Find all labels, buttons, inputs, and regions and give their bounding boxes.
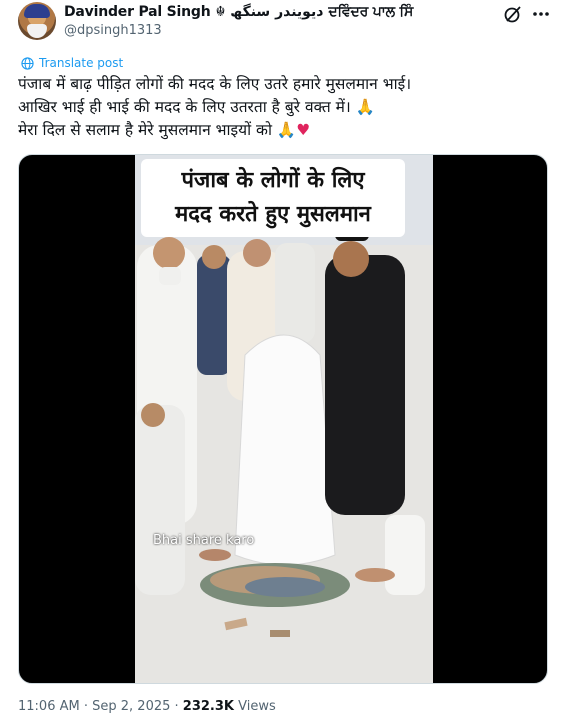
post-date[interactable]: Sep 2, 2025: [92, 699, 170, 714]
author-name-punjabi: ਦਵਿੰਦਰ ਪਾਲ ਸਿੰ: [328, 4, 414, 20]
author-name-urdu: دیویندر سنگھ: [230, 4, 324, 20]
post-line-2: आखिर भाई ही भाई की मदद के लिए उतरता है ब…: [18, 96, 548, 119]
video-caption-line-1: पंजाब के लोगों के लिए: [181, 168, 365, 193]
author-name-text[interactable]: Davinder Pal Singh: [64, 4, 211, 20]
post-line-3-text: मेरा दिल से सलाम है मेरे मुसलमान भाइयों …: [18, 121, 272, 139]
more-icon[interactable]: [531, 4, 551, 24]
translate-post-link[interactable]: Translate post: [21, 56, 123, 70]
views-label: Views: [234, 699, 276, 714]
post-line-2-text: आखिर भाई ही भाई की मदद के लिए उतरता है ब…: [18, 98, 351, 116]
pray-emoji: 🙏: [276, 121, 297, 139]
heart-emoji: ♥: [296, 121, 311, 139]
post-line-3: मेरा दिल से सलाम है मेरे मुसलमान भाइयों …: [18, 119, 548, 142]
video-overlay-text: Bhai share karo: [153, 533, 255, 548]
post-text: पंजाब में बाढ़ पीड़ित लोगों की मदद के लि…: [18, 73, 548, 142]
meta-separator: ·: [170, 699, 183, 714]
video-caption-line-2: मदद करते हुए मुसलमान: [175, 202, 371, 227]
meta-separator: ·: [79, 699, 93, 714]
post-meta: 11:06 AM · Sep 2, 2025 · 232.3K Views: [18, 699, 276, 714]
avatar[interactable]: [18, 2, 56, 40]
author-name-emoji: ☬: [215, 4, 226, 20]
author-name[interactable]: Davinder Pal Singh ☬ دیویندر سنگھ ਦਵਿੰਦਰ…: [64, 2, 413, 22]
post-video[interactable]: पंजाब के लोगों के लिए मदद करते हुए मुसलम…: [18, 154, 548, 684]
grok-icon[interactable]: [503, 4, 523, 24]
pray-emoji: 🙏: [355, 98, 376, 116]
post-line-1: पंजाब में बाढ़ पीड़ित लोगों की मदद के लि…: [18, 75, 412, 93]
views-count: 232.3K: [182, 699, 234, 714]
author-handle[interactable]: @dpsingh1313: [64, 23, 162, 38]
avatar-turban: [24, 4, 50, 18]
translate-post-label[interactable]: Translate post: [39, 56, 123, 70]
globe-icon: [21, 56, 34, 70]
video-caption: पंजाब के लोगों के लिए मदद करते हुए मुसलम…: [141, 159, 405, 237]
avatar-beard: [27, 24, 47, 38]
post-time[interactable]: 11:06 AM: [18, 699, 80, 714]
video-frame: पंजाब के लोगों के लिए मदद करते हुए मुसलम…: [135, 155, 433, 683]
